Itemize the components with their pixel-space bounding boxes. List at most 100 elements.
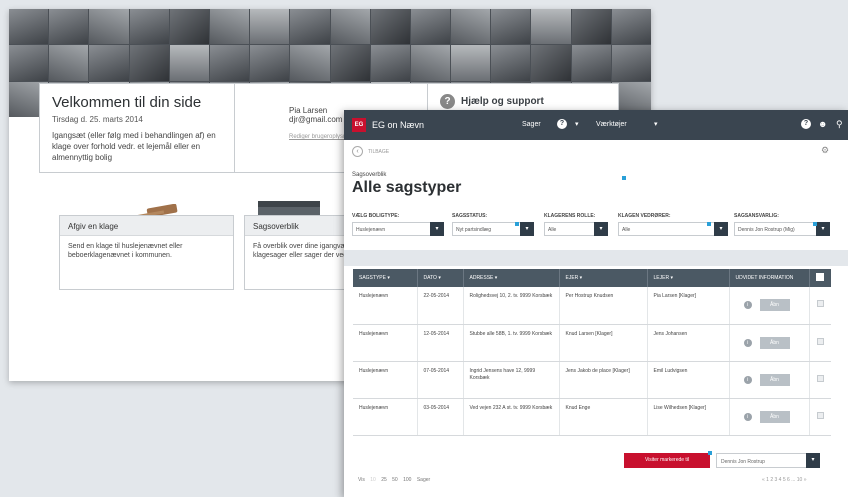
info-icon[interactable]: i [743, 301, 752, 310]
filter-select[interactable]: Nyt partsindlæg ▾ [452, 222, 534, 236]
chevron-down-icon[interactable]: ▾ [430, 222, 444, 236]
cell-type: Huslejenævn [353, 287, 418, 325]
page-size-option[interactable]: 25 [381, 477, 387, 483]
marker-dot [813, 222, 817, 226]
info-icon[interactable]: i [743, 375, 752, 384]
cell-address: Rolighedsvej 10, 2. tv. 9999 Korsbæk [463, 287, 560, 325]
search-icon[interactable]: ⚲ [836, 119, 843, 130]
case-overview-screen: EG EG on Nævn Sager ? ▾ Værktøjer ▾ ? ☻ … [344, 110, 848, 497]
filter-label: KLAGERENS ROLLE: [544, 213, 596, 219]
cell-owner: Per Hostrup Knudsen [559, 287, 648, 325]
row-checkbox[interactable] [816, 374, 824, 382]
welcome-column: Velkommen til din side Tirsdag d. 25. ma… [40, 84, 235, 172]
nav-help-icon[interactable]: ? [557, 119, 567, 129]
open-button[interactable]: Åbn [759, 373, 790, 386]
column-header-udvidet: UDVIDET INFORMATION [729, 269, 810, 287]
filter-label: SAGSANSVARLIG: [734, 213, 779, 219]
welcome-title: Velkommen til din side [52, 94, 202, 111]
filter-select[interactable]: Alle ▾ [544, 222, 608, 236]
chevron-down-icon[interactable]: ▾ [575, 120, 579, 128]
filter-klagen-vedroerer[interactable]: KLAGEN VEDRØRER: Alle ▾ [618, 213, 728, 236]
info-icon[interactable]: i [743, 412, 752, 421]
cell-type: Huslejenævn [353, 361, 418, 399]
back-link[interactable]: ‹ TILBAGE [352, 146, 389, 157]
chevron-down-icon[interactable]: ▾ [806, 453, 820, 468]
card-title: Afgiv en klage [60, 216, 233, 236]
page-size-option[interactable]: 100 [403, 477, 411, 483]
cell-address: Ingrid Jensens have 12, 9999 Korsbæk [463, 361, 560, 399]
row-checkbox[interactable] [816, 337, 824, 345]
help-icon[interactable]: ? [801, 119, 811, 129]
column-header-ejer[interactable]: EJER ▾ [559, 269, 648, 287]
filter-value: Alle [622, 227, 631, 233]
nav-sager[interactable]: Sager [522, 121, 541, 128]
assignee-select[interactable]: Dennis Jon Rostrup ▾ [716, 453, 820, 468]
open-button[interactable]: Åbn [759, 336, 790, 349]
welcome-intro: Igangsæt (eller følg med i behandlingen … [52, 131, 216, 162]
table-row[interactable]: Huslejenævn 07-05-2014 Ingrid Jensens ha… [353, 361, 831, 399]
chevron-down-icon[interactable]: ▾ [520, 222, 534, 236]
help-support-link[interactable]: ? Hjælp og support [440, 94, 606, 109]
divider-band [344, 250, 848, 266]
header-label: LEJER [653, 275, 670, 281]
header-label: SAGSTYPE [359, 275, 386, 281]
filter-select[interactable]: Huslejenævn ▾ [352, 222, 444, 236]
page-size-option[interactable]: 10 [370, 477, 376, 483]
back-label: TILBAGE [368, 148, 390, 155]
cell-info: i Åbn [729, 361, 810, 399]
cell-owner: Jens Jakob de place [Klager] [559, 361, 648, 399]
filter-boligtype[interactable]: VÆLG BOLIGTYPE: Huslejenævn ▾ [352, 213, 444, 236]
column-header-lejer[interactable]: LEJER ▾ [647, 269, 730, 287]
cell-date: 07-05-2014 [417, 361, 464, 399]
filter-klagerens-rolle[interactable]: KLAGERENS ROLLE: Alle ▾ [544, 213, 608, 236]
eg-logo: EG [352, 118, 366, 132]
cell-date: 22-05-2014 [417, 287, 464, 325]
info-icon[interactable]: i [743, 338, 752, 347]
table-row[interactable]: Huslejenævn 22-05-2014 Rolighedsvej 10, … [353, 287, 831, 325]
row-checkbox[interactable] [816, 300, 824, 308]
filter-value: Alle [548, 227, 557, 233]
chevron-down-icon[interactable]: ▾ [816, 222, 830, 236]
column-header-sagstype[interactable]: SAGSTYPE ▾ [353, 269, 418, 287]
filter-select[interactable]: Alle ▾ [618, 222, 728, 236]
table-row[interactable]: Huslejenævn 12-05-2014 Stubbe alle 58B, … [353, 324, 831, 362]
filter-value: Nyt partsindlæg [456, 227, 492, 233]
file-complaint-card[interactable]: Afgiv en klage Send en klage til husleje… [59, 215, 234, 290]
gear-icon[interactable]: ⚙ [821, 145, 829, 156]
pagination[interactable]: « 1 2 3 4 5 6 ... 10 » [762, 477, 806, 483]
chevron-down-icon[interactable]: ▾ [654, 120, 658, 128]
filter-label: SAGSSTATUS: [452, 213, 488, 219]
table-row[interactable]: Huslejenævn 03-05-2014 Ved vejen 232 A s… [353, 398, 831, 436]
cell-owner: Knud Enge [559, 398, 648, 436]
nav-tools[interactable]: Værktøjer [596, 121, 627, 128]
open-button[interactable]: Åbn [759, 410, 790, 423]
marker-dot [622, 176, 626, 180]
chevron-down-icon[interactable]: ▾ [714, 222, 728, 236]
cell-date: 03-05-2014 [417, 398, 464, 436]
cell-select [809, 398, 831, 436]
marker-dot [707, 222, 711, 226]
breadcrumb[interactable]: Sagsoverblik [352, 172, 386, 178]
header-label: ADRESSE [469, 275, 494, 281]
cell-info: i Åbn [729, 287, 810, 325]
header-label: DATO [423, 275, 437, 281]
column-header-adresse[interactable]: ADRESSE ▾ [463, 269, 560, 287]
select-all-checkbox[interactable] [815, 273, 824, 281]
question-icon: ? [440, 94, 455, 109]
cell-tenant: Lise Wilhedsen [Klager] [647, 398, 730, 436]
open-button[interactable]: Åbn [759, 299, 790, 312]
filter-value: Dennis Jon Rostrup (Mig) [738, 227, 795, 233]
filter-label: KLAGEN VEDRØRER: [618, 213, 671, 219]
assign-selected-button[interactable]: Visiter markerede til [624, 453, 710, 468]
column-header-dato[interactable]: DATO ▾ [417, 269, 464, 287]
cell-select [809, 361, 831, 399]
user-icon[interactable]: ☻ [818, 119, 827, 129]
cell-address: Stubbe alle 58B, 1. tv. 9999 Korsbæk [463, 324, 560, 362]
page-title: Alle sagstyper [352, 179, 462, 196]
header-label: UDVIDET INFORMATION [735, 275, 794, 281]
chevron-down-icon[interactable]: ▾ [594, 222, 608, 236]
page-size-option[interactable]: 50 [392, 477, 398, 483]
row-checkbox[interactable] [816, 411, 824, 419]
filter-sagsstatus[interactable]: SAGSSTATUS: Nyt partsindlæg ▾ [452, 213, 534, 236]
select-all-header[interactable] [809, 269, 831, 287]
